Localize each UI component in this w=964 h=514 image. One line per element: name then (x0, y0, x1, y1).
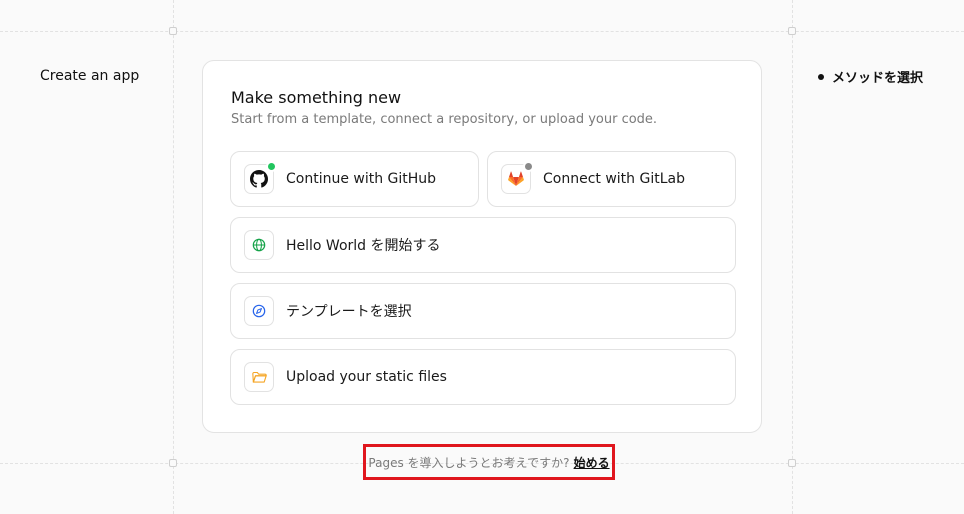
upload-static-files-button[interactable]: Upload your static files (230, 349, 736, 405)
github-icon (250, 170, 268, 188)
connect-with-gitlab-button[interactable]: Connect with GitLab (487, 151, 736, 207)
get-started-link[interactable]: 始める (574, 454, 610, 471)
gitlab-status-dot (523, 161, 534, 172)
guide-line (0, 31, 964, 32)
github-icon-box (244, 161, 277, 194)
step-label: メソッドを選択 (832, 71, 924, 86)
globe-icon-box (244, 230, 274, 260)
continue-with-github-button[interactable]: Continue with GitHub (230, 151, 479, 207)
folder-icon-box (244, 362, 274, 392)
guide-corner (169, 27, 177, 35)
card-subtitle: Start from a template, connect a reposit… (231, 112, 658, 127)
select-template-button[interactable]: テンプレートを選択 (230, 283, 736, 339)
upload-static-files-label: Upload your static files (286, 369, 447, 385)
guide-corner (169, 459, 177, 467)
create-card: Make something new Start from a template… (202, 60, 762, 433)
compass-icon-box (244, 296, 274, 326)
select-template-label: テンプレートを選択 (286, 304, 412, 320)
guide-line (173, 0, 174, 514)
guide-corner (788, 27, 796, 35)
folder-icon (251, 371, 267, 383)
github-button-label: Continue with GitHub (286, 171, 437, 187)
globe-icon (252, 238, 266, 252)
gitlab-icon-box (501, 161, 534, 194)
compass-icon (252, 304, 266, 318)
pages-prompt: Pages を導入しようとお考えですか? 始める (363, 444, 615, 480)
card-title: Make something new (231, 88, 402, 107)
hello-world-button[interactable]: Hello World を開始する (230, 217, 736, 273)
guide-line (792, 0, 793, 514)
github-status-dot (266, 161, 277, 172)
hello-world-label: Hello World を開始する (286, 238, 441, 254)
gitlab-button-label: Connect with GitLab (543, 171, 685, 187)
gitlab-icon (508, 171, 524, 186)
page: Create an app メソッドを選択 Make something new… (0, 0, 964, 514)
guide-corner (788, 459, 796, 467)
page-title: Create an app (40, 68, 140, 84)
pages-prompt-text: Pages を導入しようとお考えですか? (368, 455, 570, 470)
step-indicator: メソッドを選択 (818, 67, 923, 86)
bullet-icon (818, 73, 824, 80)
